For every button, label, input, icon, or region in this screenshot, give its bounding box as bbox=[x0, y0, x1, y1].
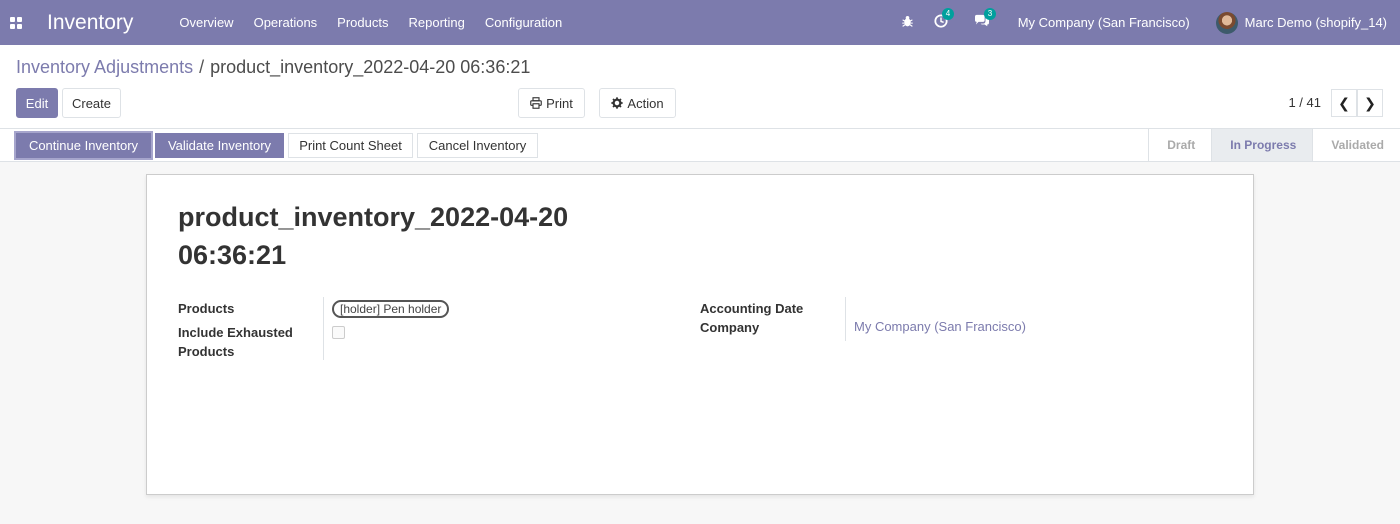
include-exhausted-checkbox[interactable] bbox=[332, 326, 345, 339]
print-icon bbox=[530, 97, 542, 109]
create-button[interactable]: Create bbox=[62, 88, 121, 118]
top-navbar: Inventory Overview Operations Products R… bbox=[0, 0, 1400, 45]
record-title: product_inventory_2022-04-20 06:36:21 bbox=[178, 202, 569, 270]
stage-draft: Draft bbox=[1148, 129, 1211, 161]
activities-clock-icon[interactable]: 4 bbox=[934, 8, 955, 31]
company-switcher[interactable]: My Company (San Francisco) bbox=[1018, 15, 1190, 30]
menu-reporting[interactable]: Reporting bbox=[408, 15, 464, 30]
app-brand[interactable]: Inventory bbox=[47, 11, 133, 35]
user-avatar[interactable] bbox=[1215, 11, 1238, 34]
validate-inventory-button[interactable]: Validate Inventory bbox=[155, 133, 284, 158]
stage-in-progress: In Progress bbox=[1211, 129, 1313, 161]
menu-operations[interactable]: Operations bbox=[254, 15, 318, 30]
form-statusbar: Continue Inventory Validate Inventory Pr… bbox=[0, 129, 1400, 162]
accounting-date-label: Accounting Date bbox=[700, 301, 804, 316]
left-group-divider bbox=[323, 297, 324, 360]
company-field-link[interactable]: My Company (San Francisco) bbox=[854, 319, 1026, 334]
form-sheet: product_inventory_2022-04-20 06:36:21 Pr… bbox=[146, 174, 1254, 495]
activities-badge: 4 bbox=[941, 8, 955, 20]
print-button-label: Print bbox=[546, 95, 573, 111]
gear-icon bbox=[611, 97, 624, 109]
breadcrumb: Inventory Adjustments / product_inventory_… bbox=[16, 57, 530, 78]
stage-indicator: Draft In Progress Validated bbox=[1148, 129, 1400, 161]
products-label: Products bbox=[178, 301, 235, 316]
cancel-inventory-button[interactable]: Cancel Inventory bbox=[417, 133, 538, 158]
pager-value[interactable]: 1 / 41 bbox=[1288, 95, 1321, 110]
continue-inventory-button[interactable]: Continue Inventory bbox=[16, 133, 151, 158]
breadcrumb-separator: / bbox=[199, 57, 205, 77]
breadcrumb-parent-link[interactable]: Inventory Adjustments bbox=[16, 57, 193, 77]
messages-chat-icon[interactable]: 3 bbox=[974, 8, 997, 31]
debug-bug-icon[interactable] bbox=[901, 15, 914, 31]
right-group-divider bbox=[845, 297, 846, 341]
user-menu[interactable]: Marc Demo (shopify_14) bbox=[1245, 15, 1387, 30]
product-tag[interactable]: [holder] Pen holder bbox=[332, 300, 450, 318]
messages-badge: 3 bbox=[983, 8, 997, 20]
menu-overview[interactable]: Overview bbox=[179, 15, 233, 30]
print-count-sheet-button[interactable]: Print Count Sheet bbox=[288, 133, 413, 158]
breadcrumb-current: product_inventory_2022-04-20 06:36:21 bbox=[210, 57, 531, 77]
control-panel: Inventory Adjustments / product_inventory_… bbox=[0, 45, 1400, 129]
action-button[interactable]: Action bbox=[599, 88, 676, 118]
edit-button[interactable]: Edit bbox=[16, 88, 58, 118]
action-button-label: Action bbox=[627, 95, 664, 111]
chevron-right-icon: ❯ bbox=[1364, 94, 1376, 111]
menu-configuration[interactable]: Configuration bbox=[485, 15, 562, 30]
chevron-left-icon: ❮ bbox=[1338, 94, 1350, 111]
company-label: Company bbox=[700, 320, 760, 335]
stage-validated: Validated bbox=[1312, 129, 1400, 161]
apps-menu-icon[interactable] bbox=[10, 16, 22, 29]
print-button[interactable]: Print bbox=[518, 88, 585, 118]
pager-previous-button[interactable]: ❮ bbox=[1331, 89, 1357, 117]
menu-products[interactable]: Products bbox=[337, 15, 388, 30]
pager-next-button[interactable]: ❯ bbox=[1357, 89, 1383, 117]
include-exhausted-label: Include Exhausted Products bbox=[178, 325, 293, 359]
